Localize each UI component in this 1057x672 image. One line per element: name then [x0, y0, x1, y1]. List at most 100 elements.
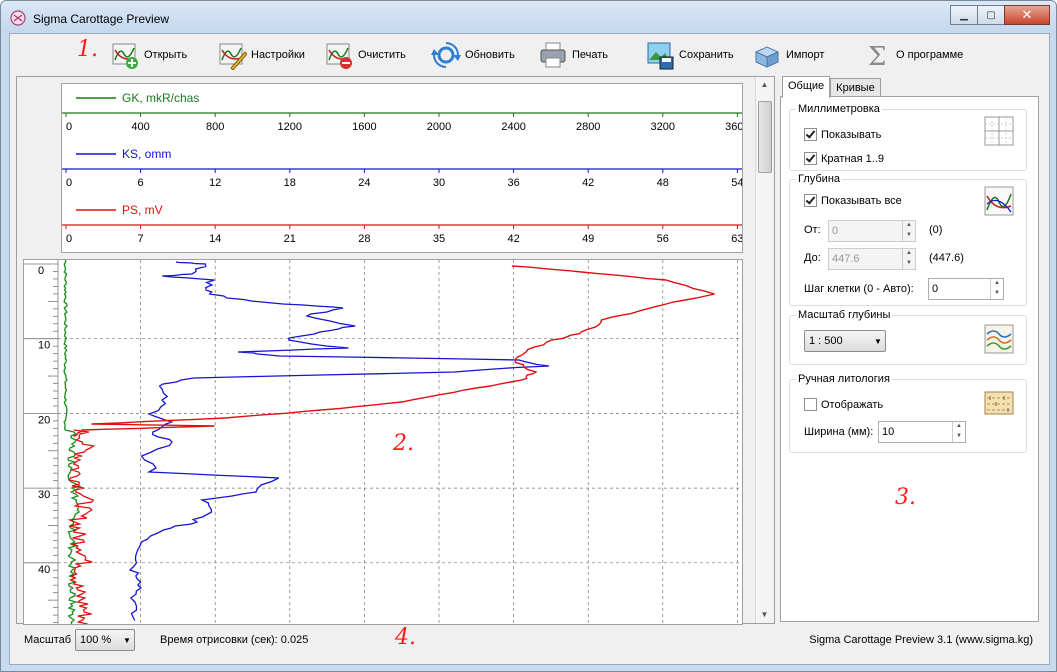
save-button[interactable]: Сохранить — [645, 40, 734, 70]
refresh-button[interactable]: Обновить — [431, 40, 515, 70]
curve-header-1: KS, omm 0 6 12 18 24 30 36 42 48 54 — [62, 147, 742, 189]
app-logo-icon — [10, 10, 26, 26]
scrollbar-thumb[interactable] — [758, 101, 772, 173]
chevron-down-icon: ▼ — [874, 336, 882, 346]
ks-curve — [128, 261, 550, 621]
depth-from-hint: (0) — [929, 224, 943, 236]
spin-down-icon[interactable]: ▼ — [991, 289, 1003, 299]
spin-up-icon[interactable]: ▲ — [953, 422, 965, 432]
tab-general[interactable]: Общие — [782, 76, 831, 98]
axis-tick-label: 36 — [507, 177, 519, 189]
depth-to-label: До: — [804, 252, 821, 264]
scroll-up-icon[interactable]: ▲ — [756, 77, 773, 93]
depth-show-all-checkbox[interactable]: Показывать все — [804, 194, 902, 207]
scroll-down-icon[interactable]: ▼ — [756, 607, 773, 623]
depth-to-value: 447.6 — [832, 253, 860, 265]
depth-step-input[interactable]: 0 ▲ ▼ — [928, 278, 1004, 300]
axis-tick-label: 28 — [358, 233, 370, 245]
save-icon — [647, 42, 674, 70]
spin-down-icon[interactable]: ▼ — [903, 231, 915, 241]
axis-tick-label: 24 — [358, 177, 370, 189]
axis-tick-label: 6 — [138, 177, 144, 189]
axis-tick-label: 400 — [131, 121, 149, 133]
axis-tick-label: 0 — [66, 177, 72, 189]
clear-label: Очистить — [358, 49, 406, 61]
depth-to-input[interactable]: 447.6 ▲ ▼ — [828, 248, 916, 270]
spin-down-icon[interactable]: ▼ — [953, 432, 965, 442]
settings-button[interactable]: Настройки — [217, 40, 305, 70]
close-button[interactable]: ✕ — [1004, 5, 1050, 25]
chevron-down-icon: ▼ — [123, 635, 131, 645]
depth-scale-icon — [984, 324, 1014, 354]
vertical-scrollbar[interactable]: ▲ ▼ — [755, 77, 773, 623]
settings-label: Настройки — [251, 49, 305, 61]
render-time: Время отрисовки (сек): 0.025 — [160, 634, 309, 646]
axis-tick-label: 63 — [731, 233, 743, 245]
about-button[interactable]: Σ О программе — [862, 40, 963, 70]
tab-curves[interactable]: Кривые — [830, 78, 881, 97]
axis-tick-label: 0 — [66, 233, 72, 245]
depth-from-input[interactable]: 0 ▲ ▼ — [828, 220, 916, 242]
depth-step-value: 0 — [932, 283, 939, 295]
axis-tick-label: 56 — [657, 233, 669, 245]
minimize-button[interactable]: ▁ — [950, 5, 978, 25]
checkbox-checked-icon — [804, 194, 817, 207]
lithology-width-value: 10 — [882, 426, 895, 438]
axis-tick-label: 49 — [582, 233, 594, 245]
spin-up-icon[interactable]: ▲ — [903, 249, 915, 259]
settings-icon — [219, 43, 247, 70]
spin-up-icon[interactable]: ▲ — [991, 279, 1003, 289]
ps-base-curve — [67, 429, 96, 624]
grid-show-checkbox[interactable]: Показывать — [804, 128, 881, 141]
axis-tick-label: 0 — [66, 121, 72, 133]
lithology-group: Ручная литология Отображать Ширина (мм):… — [789, 373, 1027, 453]
axis-tick-label: 21 — [284, 233, 296, 245]
depth-from-value: 0 — [832, 225, 839, 237]
axis-tick-label: 1600 — [352, 121, 376, 133]
open-file-icon — [112, 43, 138, 69]
import-icon — [754, 46, 780, 68]
print-button[interactable]: Печать — [538, 40, 608, 70]
depth-tick-label: 20 — [38, 414, 50, 426]
depth-curves-icon — [984, 186, 1014, 216]
printer-icon — [540, 42, 566, 68]
axis-tick-label: 3600 — [725, 121, 743, 133]
axis-tick-label: 18 — [284, 177, 296, 189]
minimize-icon: ▁ — [960, 9, 968, 21]
grid-icon — [984, 116, 1014, 146]
clear-button[interactable]: Очистить — [324, 40, 406, 70]
spin-up-icon[interactable]: ▲ — [903, 221, 915, 231]
curve-header-label: GK, mkR/chas — [122, 91, 199, 105]
annotation-3: 3. — [895, 485, 916, 510]
grid-multiple-checkbox[interactable]: Кратная 1..9 — [804, 152, 884, 165]
sigma-icon: Σ — [868, 42, 886, 70]
save-label: Сохранить — [679, 49, 734, 61]
status-bar: Масштаб 100 % ▼ Время отрисовки (сек): 0.… — [10, 624, 1049, 664]
lithology-width-input[interactable]: 10 ▲ ▼ — [878, 421, 966, 443]
lithology-show-label: Отображать — [821, 398, 884, 411]
main-client-area: Открыть Настройки Очистить Обновить Печа… — [9, 33, 1050, 665]
log-view-panel: GK, mkR/chas 0 400 800 1200 1600 2000 2400 2800 3… — [16, 76, 775, 625]
open-button[interactable]: Открыть — [110, 40, 187, 70]
clear-icon — [326, 43, 352, 69]
axis-tick-label: 48 — [657, 177, 669, 189]
about-label: О программе — [896, 49, 964, 61]
spin-down-icon[interactable]: ▼ — [903, 259, 915, 269]
axis-tick-label: 30 — [433, 177, 445, 189]
maximize-button[interactable]: ▢ — [977, 5, 1005, 25]
annotation-4: 4. — [395, 625, 416, 650]
toolbar: Открыть Настройки Очистить Обновить Печа… — [10, 34, 1049, 76]
settings-panel: Общие Кривые Миллиметровка Показывать Кр… — [780, 76, 1039, 622]
depth-scale-select[interactable]: 1 : 500 ▼ — [804, 330, 886, 352]
app-window: Sigma Carottage Preview ▁ ▢ ✕ Открыть На… — [0, 0, 1057, 672]
depth-show-all-label: Показывать все — [821, 194, 902, 207]
lithology-title: Ручная литология — [796, 373, 892, 385]
title-bar: Sigma Carottage Preview ▁ ▢ ✕ — [1, 1, 1056, 33]
checkbox-checked-icon — [804, 152, 817, 165]
zoom-select[interactable]: 100 % ▼ — [75, 629, 135, 651]
open-label: Открыть — [144, 49, 188, 61]
import-button[interactable]: Импорт — [752, 40, 824, 70]
log-plot-area[interactable]: 0 10 20 30 40 — [23, 259, 743, 625]
axis-tick-label: 7 — [138, 233, 144, 245]
lithology-show-checkbox[interactable]: Отображать — [804, 398, 883, 411]
